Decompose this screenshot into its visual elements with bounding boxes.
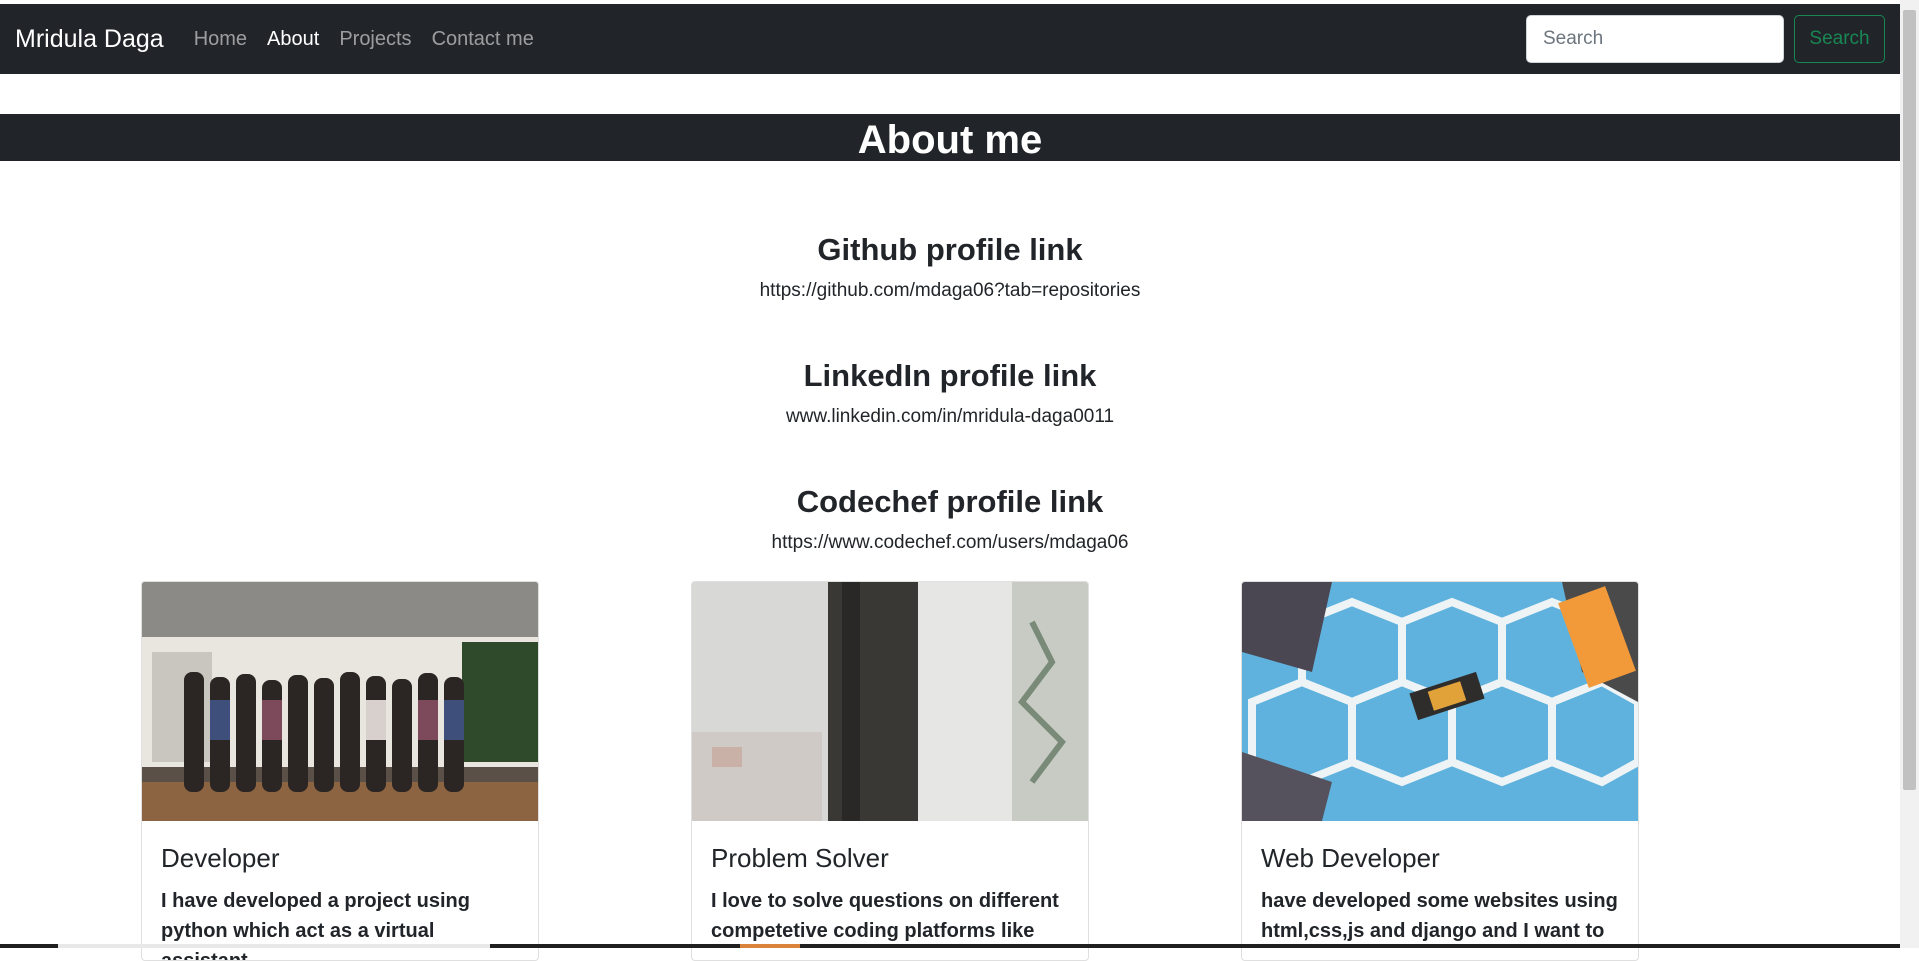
codechef-profile-title: Codechef profile link — [796, 484, 1104, 519]
team-photo-image — [142, 582, 538, 821]
vertical-scrollbar[interactable] — [1900, 0, 1919, 948]
search-input[interactable] — [1526, 15, 1784, 63]
codechef-profile-section: Codechef profile link https://www.codech… — [0, 484, 1900, 554]
scrollbar-thumb[interactable] — [1903, 10, 1916, 790]
search-button[interactable]: Search — [1794, 15, 1885, 63]
nav-link-home[interactable]: Home — [194, 28, 247, 51]
brand-logo[interactable]: Mridula Daga — [15, 25, 164, 54]
web-developer-card: Web Developer have developed some websit… — [1241, 581, 1639, 961]
page-title: About me — [857, 118, 1043, 161]
nav-link-contact[interactable]: Contact me — [432, 28, 534, 51]
nav-link-about[interactable]: About — [267, 28, 319, 51]
window-photo-image — [692, 582, 1088, 821]
linkedin-profile-title: LinkedIn profile link — [803, 358, 1097, 393]
github-profile-title: Github profile link — [817, 232, 1083, 267]
developer-card-title: Developer — [161, 843, 280, 873]
web-developer-card-title: Web Developer — [1261, 843, 1440, 873]
microchips-photo-image — [1242, 582, 1638, 821]
developer-card: Developer I have developed a project usi… — [141, 581, 539, 961]
nav-link-projects[interactable]: Projects — [339, 28, 411, 51]
developer-card-text: I have developed a project using python … — [161, 890, 470, 961]
taskbar-segment-active — [740, 944, 800, 948]
taskbar-strip — [0, 944, 1900, 948]
linkedin-profile-section: LinkedIn profile link www.linkedin.com/i… — [0, 358, 1900, 428]
codechef-profile-link[interactable]: https://www.codechef.com/users/mdaga06 — [0, 532, 1900, 554]
problem-solver-card: Problem Solver I love to solve questions… — [691, 581, 1089, 961]
github-profile-link[interactable]: https://github.com/mdaga06?tab=repositor… — [0, 280, 1900, 302]
taskbar-segment — [58, 944, 490, 948]
linkedin-profile-link[interactable]: www.linkedin.com/in/mridula-daga0011 — [0, 406, 1900, 428]
problem-solver-card-title: Problem Solver — [711, 843, 889, 873]
problem-solver-card-text: I love to solve questions on different c… — [711, 890, 1059, 942]
web-developer-card-text: have developed some websites using html,… — [1261, 890, 1618, 942]
github-profile-section: Github profile link https://github.com/m… — [0, 232, 1900, 302]
navbar: Mridula Daga Home About Projects Contact… — [0, 4, 1900, 74]
about-banner: About me — [0, 114, 1900, 161]
